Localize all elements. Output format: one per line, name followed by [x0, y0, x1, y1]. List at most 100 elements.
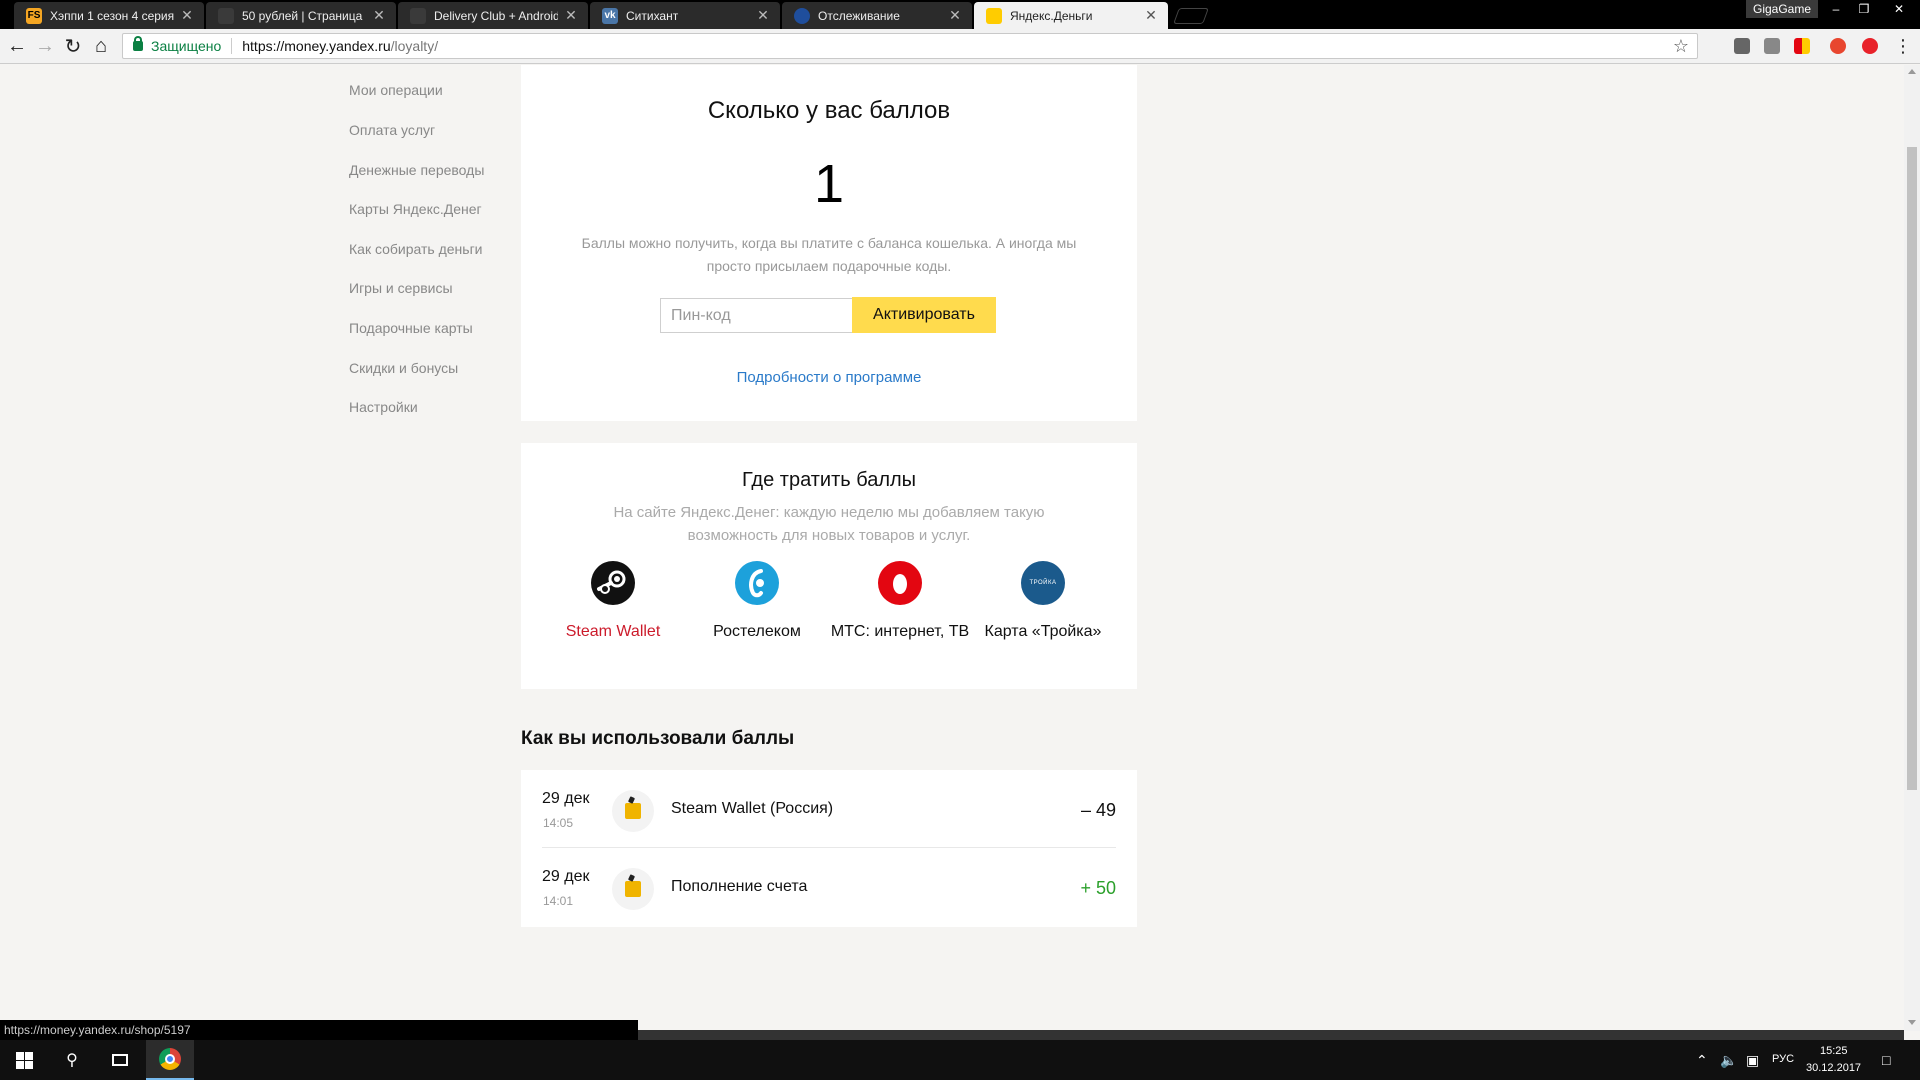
- start-button[interactable]: [0, 1040, 48, 1080]
- forward-arrow-icon[interactable]: →: [34, 35, 56, 57]
- partner-name: Steam Wallet: [565, 623, 661, 640]
- spend-title: Где тратить баллы: [741, 469, 917, 491]
- clock-date[interactable]: 30.12.2017: [1806, 1062, 1861, 1074]
- partner-name: Карта «Тройка»: [984, 623, 1102, 640]
- troika-icon: ТРОЙКА: [1021, 561, 1065, 605]
- sidebar-item-fundraising[interactable]: Как собирать деньги: [349, 241, 483, 257]
- notification-extension-icon[interactable]: [1830, 38, 1846, 54]
- back-arrow-icon[interactable]: ←: [6, 35, 28, 57]
- scroll-down-icon[interactable]: [1908, 1020, 1916, 1025]
- tab-title: Delivery Club + Android: [434, 8, 558, 23]
- close-icon[interactable]: ✕: [756, 7, 770, 24]
- clock-time[interactable]: 15:25: [1820, 1045, 1848, 1057]
- horizontal-scrollbar[interactable]: [638, 1030, 1904, 1040]
- tab-title: Хэппи 1 сезон 4 серия с: [50, 8, 174, 23]
- notification-center-icon[interactable]: □: [1882, 1052, 1890, 1068]
- history-icon-circle: [612, 790, 654, 832]
- activate-button[interactable]: Активировать: [852, 297, 996, 333]
- tab-title: Отслеживание: [818, 8, 900, 23]
- minimize-icon[interactable]: –: [1822, 0, 1850, 18]
- history-amount: + 50: [1080, 878, 1116, 898]
- windows-logo-icon: [15, 1051, 33, 1069]
- partner-steam[interactable]: Steam Wallet: [543, 561, 683, 645]
- history-time: 14:01: [543, 894, 574, 908]
- tab-strip: FS Хэппи 1 сезон 4 серия с ✕ 50 рублей |…: [0, 0, 1920, 29]
- history-row[interactable]: 29 дек 14:05 Steam Wallet (Россия) – 49: [542, 770, 1116, 848]
- tab-4[interactable]: vk Ситихант ✕: [590, 2, 780, 29]
- spend-description: На сайте Яндекс.Денег: каждую неделю мы …: [613, 504, 1045, 544]
- restore-icon[interactable]: ❐: [1850, 0, 1878, 18]
- extension-icon[interactable]: [1734, 38, 1750, 54]
- volume-icon[interactable]: 🔈: [1720, 1052, 1737, 1069]
- profile-button[interactable]: GigaGame: [1746, 0, 1818, 18]
- partner-mts[interactable]: МТС: интернет, ТВ: [830, 561, 970, 645]
- sidebar-item-operations[interactable]: Мои операции: [349, 82, 443, 98]
- history-heading: Как вы использовали баллы: [521, 728, 795, 749]
- forum-favicon-icon: [410, 7, 426, 24]
- window-close-icon[interactable]: ✕: [1878, 0, 1920, 18]
- scroll-thumb[interactable]: [1907, 147, 1917, 790]
- page-content: Мои операции Оплата услуг Денежные перев…: [0, 65, 1904, 1031]
- steam-icon: [591, 561, 635, 605]
- tab-1[interactable]: FS Хэппи 1 сезон 4 серия с ✕: [14, 2, 204, 29]
- history-card: 29 дек 14:05 Steam Wallet (Россия) – 49 …: [521, 770, 1137, 927]
- sidebar-item-games[interactable]: Игры и сервисы: [349, 280, 453, 296]
- taskbar: ⚲ ⌃ 🔈 ▣ РУС 15:25 30.12.2017 □: [0, 1040, 1920, 1080]
- rostelecom-icon: [735, 561, 779, 605]
- history-name: Steam Wallet (Россия): [671, 800, 834, 817]
- history-amount: – 49: [1080, 800, 1116, 820]
- tab-6-active[interactable]: Яндекс.Деньги ✕: [974, 2, 1168, 29]
- close-icon[interactable]: ✕: [1144, 7, 1158, 24]
- reload-icon[interactable]: ↻: [62, 35, 84, 58]
- close-icon[interactable]: ✕: [180, 7, 194, 24]
- history-date: 29 дек: [542, 868, 590, 885]
- sidebar-item-discounts[interactable]: Скидки и бонусы: [349, 360, 458, 376]
- sidebar-item-payments[interactable]: Оплата услуг: [349, 122, 435, 138]
- browser-toolbar: ← → ↻ ⌂ Защищено https://money.yandex.ru…: [0, 29, 1920, 64]
- network-icon[interactable]: ▣: [1746, 1052, 1759, 1069]
- tab-3[interactable]: Delivery Club + Android ✕: [398, 2, 588, 29]
- tray-chevron-up-icon[interactable]: ⌃: [1696, 1052, 1708, 1069]
- url-path: /loyalty/: [390, 38, 439, 54]
- tab-2[interactable]: 50 рублей | Страница 6 ✕: [206, 2, 396, 29]
- language-indicator[interactable]: РУС: [1772, 1053, 1794, 1065]
- vertical-scrollbar[interactable]: [1904, 65, 1920, 1031]
- mail-extension-icon[interactable]: [1764, 38, 1780, 54]
- address-bar[interactable]: Защищено https://money.yandex.ru/loyalty…: [122, 33, 1698, 59]
- tab-title: 50 рублей | Страница 6: [242, 8, 366, 23]
- flag-extension-icon[interactable]: [1794, 38, 1810, 54]
- home-icon[interactable]: ⌂: [90, 35, 112, 57]
- bookmark-star-icon[interactable]: ☆: [1673, 36, 1689, 57]
- sidebar-item-gift-cards[interactable]: Подарочные карты: [349, 320, 473, 336]
- close-icon[interactable]: ✕: [564, 7, 578, 24]
- history-row[interactable]: 29 дек 14:01 Пополнение счета + 50: [542, 848, 1116, 926]
- partner-rostelecom[interactable]: Ростелеком: [687, 561, 827, 645]
- history-name: Пополнение счета: [671, 878, 808, 895]
- sidebar-item-cards[interactable]: Карты Яндекс.Денег: [349, 201, 482, 217]
- chrome-taskbar-button[interactable]: [146, 1040, 194, 1080]
- close-icon[interactable]: ✕: [372, 7, 386, 24]
- fs-favicon-icon: FS: [26, 7, 42, 24]
- menu-kebab-icon[interactable]: ⋮: [1892, 35, 1914, 57]
- close-icon[interactable]: ✕: [948, 7, 962, 24]
- tab-title: Яндекс.Деньги: [1010, 8, 1093, 23]
- secure-label: Защищено: [151, 38, 233, 54]
- globe-favicon-icon: [794, 7, 810, 24]
- tab-5[interactable]: Отслеживание ✕: [782, 2, 972, 29]
- partner-troika[interactable]: ТРОЙКА Карта «Тройка»: [973, 561, 1113, 645]
- points-balance: 1: [813, 154, 845, 214]
- tab-title: Ситихант: [626, 8, 679, 23]
- vk-favicon-icon: vk: [602, 7, 618, 24]
- pin-code-input[interactable]: [660, 298, 853, 333]
- new-tab-button[interactable]: [1173, 8, 1209, 24]
- balance-title: Сколько у вас баллов: [707, 97, 951, 124]
- sidebar-item-settings[interactable]: Настройки: [349, 399, 418, 415]
- program-details-link[interactable]: Подробности о программе: [521, 369, 1137, 386]
- scroll-up-icon[interactable]: [1908, 69, 1916, 74]
- chrome-icon: [159, 1048, 181, 1070]
- history-date: 29 дек: [542, 790, 590, 807]
- search-icon[interactable]: ⚲: [48, 1040, 96, 1080]
- task-view-icon[interactable]: [96, 1040, 144, 1080]
- sidebar-item-transfers[interactable]: Денежные переводы: [349, 162, 484, 178]
- opera-extension-icon[interactable]: [1862, 38, 1878, 54]
